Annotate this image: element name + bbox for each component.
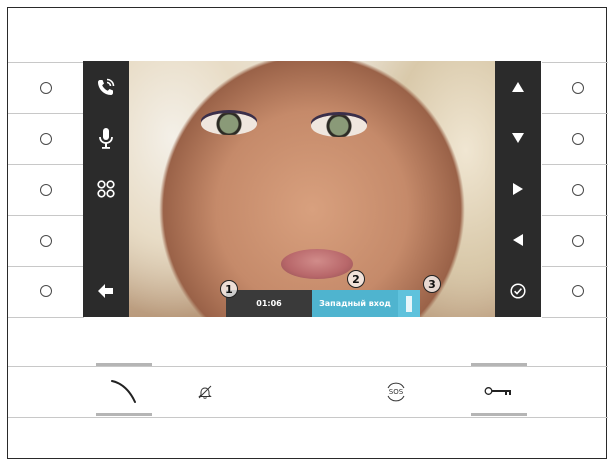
camera-switch-icon: [97, 180, 115, 198]
left-divider: [8, 164, 84, 165]
door-name-badge: Западный вход: [312, 290, 398, 317]
signal-indicator: [398, 290, 420, 317]
arrow-up-icon: [512, 82, 524, 92]
right-hw-button-1[interactable]: [572, 82, 584, 94]
camera-switch-button[interactable]: [83, 169, 129, 209]
call-timer: 01:06: [226, 290, 312, 317]
left-toolbar: [83, 61, 129, 317]
mute-bell-button[interactable]: [196, 383, 214, 401]
bottom-divider-top: [8, 366, 608, 367]
left-hw-button-1[interactable]: [40, 82, 52, 94]
check-circle-icon: [510, 283, 526, 299]
left-divider: [8, 266, 84, 267]
left-hw-button-3[interactable]: [40, 184, 52, 196]
up-button[interactable]: [495, 67, 541, 107]
left-hw-button-4[interactable]: [40, 235, 52, 247]
camera-feed-detail: [201, 113, 257, 135]
handset-accent-top: [96, 363, 152, 366]
left-divider: [8, 62, 84, 63]
right-divider: [542, 266, 608, 267]
right-hw-button-3[interactable]: [572, 184, 584, 196]
handset-icon: [111, 380, 136, 403]
arrow-right-icon: [513, 183, 523, 195]
back-button[interactable]: [83, 271, 129, 311]
right-divider: [542, 215, 608, 216]
right-divider: [542, 317, 608, 318]
sos-label: SOS: [388, 388, 404, 396]
left-hw-button-2[interactable]: [40, 133, 52, 145]
camera-feed-detail: [281, 249, 353, 279]
handset-accent-bottom: [96, 413, 152, 416]
microphone-button[interactable]: [83, 118, 129, 158]
bottom-divider-bottom: [8, 417, 608, 418]
right-divider: [542, 62, 608, 63]
back-arrow-icon: [98, 284, 113, 298]
callout-2: 2: [347, 270, 365, 288]
right-hw-button-4[interactable]: [572, 235, 584, 247]
callout-1: 1: [220, 280, 238, 298]
right-toolbar: [495, 61, 541, 317]
signal-bar: [406, 295, 412, 312]
arrow-down-icon: [512, 133, 524, 143]
key-accent-top: [471, 363, 527, 366]
right-hw-button-5[interactable]: [572, 285, 584, 297]
door-key-button[interactable]: [484, 383, 514, 399]
phone-call-icon: [98, 78, 115, 95]
left-divider: [8, 215, 84, 216]
left-divider: [8, 317, 84, 318]
bell-off-icon: [198, 385, 212, 399]
camera-feed-image: [129, 61, 495, 317]
right-divider: [542, 164, 608, 165]
sos-button[interactable]: SOS: [384, 381, 408, 403]
callout-3: 3: [423, 275, 441, 293]
left-divider: [8, 113, 84, 114]
arrow-left-icon: [513, 234, 523, 246]
microphone-icon: [99, 128, 113, 149]
phone-call-button[interactable]: [83, 67, 129, 107]
down-button[interactable]: [495, 118, 541, 158]
confirm-button[interactable]: [495, 271, 541, 311]
handset-button[interactable]: [108, 376, 140, 406]
key-accent-bottom: [471, 413, 527, 416]
right-button[interactable]: [495, 169, 541, 209]
left-hw-button-5[interactable]: [40, 285, 52, 297]
right-hw-button-2[interactable]: [572, 133, 584, 145]
right-divider: [542, 113, 608, 114]
video-screen: 01:06 Западный вход: [83, 61, 541, 317]
key-icon: [484, 387, 511, 395]
left-button[interactable]: [495, 220, 541, 260]
camera-feed-detail: [311, 115, 367, 137]
